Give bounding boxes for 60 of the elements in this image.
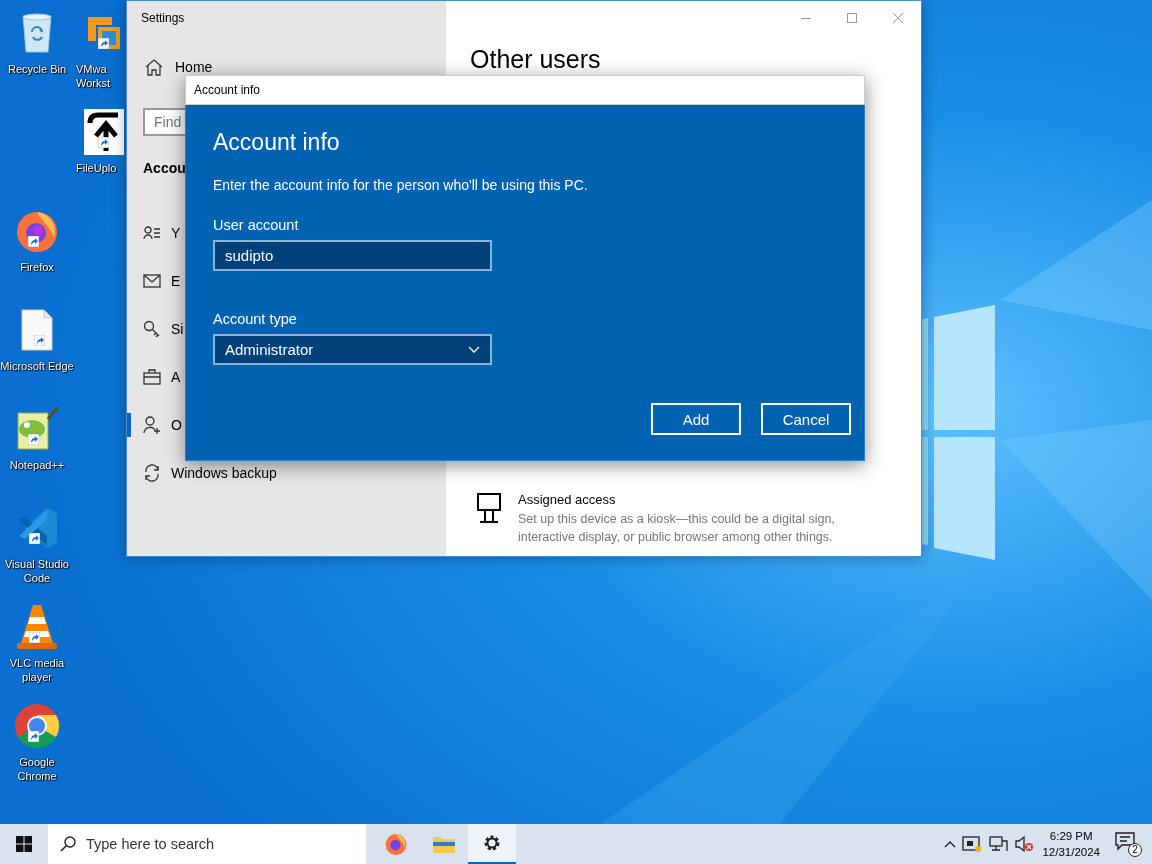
nav-item[interactable]: Windows backup [127,462,277,484]
icon-label[interactable]: Notepad++ [9,458,65,472]
icon-label[interactable]: VLC media player [0,656,74,684]
icon-label[interactable]: Visual Studio Code [0,557,74,585]
mail-icon [143,274,161,288]
chrome-icon [14,703,60,749]
nav-item[interactable]: Si [127,318,184,340]
icon-label[interactable]: FileUplo [76,161,117,175]
firefox-icon [384,832,408,856]
user-account-field[interactable]: sudipto [213,240,492,271]
page-heading: Other users [470,45,601,73]
add-person-icon [143,416,161,434]
muted-speaker-icon[interactable] [1014,835,1035,853]
folder-icon [432,834,456,854]
home-icon [145,58,163,76]
icon-label[interactable]: Recycle Bin [7,62,67,76]
chevron-up-icon[interactable] [944,840,957,848]
kiosk-icon [476,492,502,524]
icon-label[interactable]: VMwa Workst [76,62,120,90]
icon-label[interactable]: Microsoft Edge [0,359,74,373]
assigned-access-item[interactable]: Assigned access Set up this device as a kiosk—this could be a digital sign, interactive display, or public browser among other things. [476,492,921,546]
dialog-heading: Account info [213,128,341,157]
dialog-description: Enter the account info for the person who'll be using this PC. [213,177,589,193]
windows-logo-icon [16,836,32,852]
dialog-button[interactable]: Add [651,403,741,435]
key-icon [143,320,161,338]
search-icon [60,836,76,852]
sync-icon [143,464,161,482]
icon-label[interactable]: Google Chrome [0,755,74,783]
notepad-icon [14,407,60,451]
network-icon[interactable] [988,835,1009,853]
taskbar-app[interactable] [468,824,516,864]
nav-item[interactable]: Y [127,222,181,244]
dialog-button[interactable]: Cancel [761,403,851,435]
tray-app-icon[interactable] [962,835,983,853]
maximize-icon [847,13,857,23]
icon-label[interactable]: Firefox [20,260,54,274]
settings-icon [482,833,502,853]
chevron-down-icon [468,346,480,353]
item-title: Assigned access [518,492,617,507]
account-type-dropdown[interactable]: Administrator [213,334,492,365]
chat-bubble-icon [1114,831,1136,851]
minimize-icon [801,17,811,19]
section-heading: Accou [143,160,186,176]
search-field[interactable]: Find [143,108,185,136]
clock[interactable]: 6:29 PM 12/31/2024 [1042,828,1100,860]
field-label: Account type [213,311,298,327]
search-field[interactable]: Type here to search [48,824,366,864]
window-title: Settings [141,11,185,27]
item-description: Set up this device as a kiosk—this could be a digital sign, interactive display, or public browser among other things. [518,511,836,546]
nav-item[interactable]: A [127,366,181,388]
notification-button[interactable]: 2 [1114,831,1140,857]
nav-item[interactable]: E [127,270,181,292]
nav-item[interactable]: O [127,414,182,436]
dialog-title: Account info [194,83,261,97]
briefcase-icon [143,369,161,385]
close-icon [893,13,903,23]
field-label: User account [213,217,300,233]
home-link[interactable]: Home [145,57,213,77]
contact-card-icon [143,225,161,241]
